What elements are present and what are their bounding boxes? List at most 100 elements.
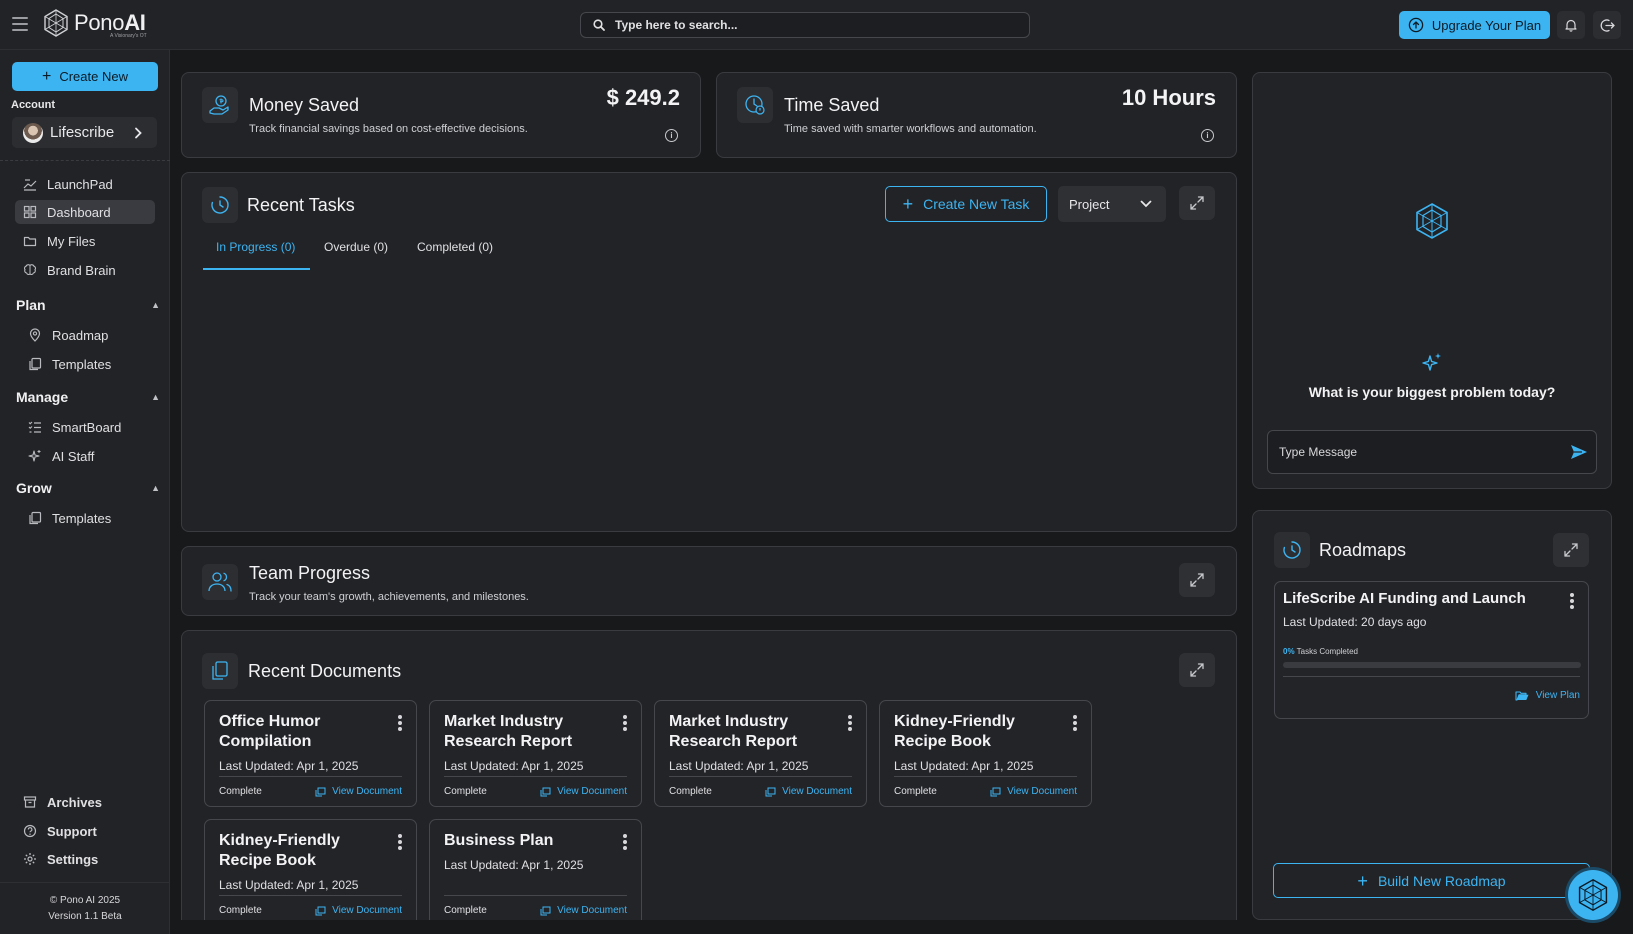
sidebar-item-settings[interactable]: Settings xyxy=(15,847,155,871)
expand-button[interactable] xyxy=(1553,533,1589,567)
ai-assistant-card xyxy=(1252,72,1612,489)
roadmap-item[interactable]: LifeScribe AI Funding and Launch Last Up… xyxy=(1274,581,1589,719)
more-options-icon[interactable] xyxy=(1570,593,1574,611)
create-new-button[interactable]: + Create New xyxy=(12,62,158,91)
plus-icon: + xyxy=(42,67,52,85)
logout-button[interactable] xyxy=(1593,11,1621,39)
sidebar-item-grow-templates[interactable]: Templates xyxy=(20,506,160,530)
sidebar-item-archives[interactable]: Archives xyxy=(15,790,155,814)
notifications-button[interactable] xyxy=(1557,11,1585,39)
info-icon[interactable]: i xyxy=(665,129,678,142)
document-card[interactable]: Office Humor Compilation Last Updated: A… xyxy=(204,700,417,807)
money-icon xyxy=(202,87,238,123)
view-document-link[interactable]: View Document xyxy=(315,786,402,797)
search-bar[interactable]: Type here to search... xyxy=(580,12,1030,38)
more-options-icon[interactable] xyxy=(398,715,402,733)
more-options-icon[interactable] xyxy=(848,715,852,733)
expand-button[interactable] xyxy=(1179,653,1215,687)
assistant-fab[interactable] xyxy=(1568,870,1618,920)
sidebar-item-label: LaunchPad xyxy=(47,176,113,192)
document-card[interactable]: Market Industry Research Report Last Upd… xyxy=(429,700,642,807)
sidebar-item-roadmap[interactable]: Roadmap xyxy=(20,323,160,347)
gear-icon xyxy=(24,853,36,865)
tab-completed[interactable]: Completed (0) xyxy=(417,240,493,254)
section-manage-header[interactable]: Manage ▲ xyxy=(16,389,160,405)
tab-in-progress[interactable]: In Progress (0) xyxy=(216,240,295,254)
more-options-icon[interactable] xyxy=(623,834,627,852)
section-grow-header[interactable]: Grow ▲ xyxy=(16,480,160,496)
document-updated: Last Updated: Apr 1, 2025 xyxy=(444,759,584,773)
pin-icon xyxy=(29,328,41,342)
document-card[interactable]: Kidney-Friendly Recipe Book Last Updated… xyxy=(204,819,417,926)
documents-icon xyxy=(202,653,238,689)
document-icon xyxy=(540,787,551,796)
section-plan-header[interactable]: Plan ▲ xyxy=(16,297,160,313)
expand-button[interactable] xyxy=(1179,186,1215,220)
sparkle-icon xyxy=(1422,353,1441,371)
sidebar-footer: © Pono AI 2025 Version 1.1 Beta xyxy=(0,882,170,925)
clock-icon xyxy=(737,87,773,123)
history-icon xyxy=(202,187,238,223)
document-status: Complete xyxy=(219,905,262,916)
send-icon[interactable] xyxy=(1570,444,1588,460)
divider xyxy=(219,895,402,896)
card-title: Recent Documents xyxy=(248,661,402,681)
sidebar-item-plan-templates[interactable]: Templates xyxy=(20,352,160,376)
search-input[interactable]: Type here to search... xyxy=(615,18,738,32)
more-options-icon[interactable] xyxy=(623,715,627,733)
divider xyxy=(444,776,627,777)
view-document-link[interactable]: View Document xyxy=(540,786,627,797)
sidebar-item-label: Templates xyxy=(52,510,112,526)
build-roadmap-label: Build New Roadmap xyxy=(1377,872,1506,889)
document-updated: Last Updated: Apr 1, 2025 xyxy=(219,878,359,892)
expand-button[interactable] xyxy=(1179,563,1215,597)
upgrade-plan-button[interactable]: Upgrade Your Plan xyxy=(1399,11,1550,39)
sidebar-item-dashboard[interactable]: Dashboard xyxy=(15,200,155,224)
document-icon xyxy=(315,906,326,915)
history-icon xyxy=(1274,532,1310,568)
tab-overdue[interactable]: Overdue (0) xyxy=(324,240,388,254)
view-document-link[interactable]: View Document xyxy=(765,786,852,797)
team-progress-card: Team Progress Track your team's growth, … xyxy=(181,546,1237,616)
roadmap-progress-text: 0% Tasks Completed xyxy=(1283,647,1358,656)
sidebar-item-smartboard[interactable]: SmartBoard xyxy=(20,415,160,439)
roadmap-progress-bar xyxy=(1283,662,1581,668)
view-document-link[interactable]: View Document xyxy=(990,786,1077,797)
top-bar: PonoAI A Visionary's OT Type here to sea… xyxy=(0,0,1633,50)
sidebar-item-label: Dashboard xyxy=(47,204,111,220)
document-card[interactable]: Business Plan Last Updated: Apr 1, 2025 … xyxy=(429,819,642,926)
build-new-roadmap-button[interactable]: + Build New Roadmap xyxy=(1273,863,1590,898)
document-card[interactable]: Kidney-Friendly Recipe Book Last Updated… xyxy=(879,700,1092,807)
sparkle-icon xyxy=(28,450,41,462)
sidebar-item-brand-brain[interactable]: Brand Brain xyxy=(15,258,155,282)
sidebar-item-label: Archives xyxy=(47,794,102,810)
sidebar-item-ai-staff[interactable]: AI Staff xyxy=(20,444,160,468)
progress-label: Tasks Completed xyxy=(1296,647,1358,656)
sidebar-item-my-files[interactable]: My Files xyxy=(15,229,155,253)
project-filter-select[interactable]: Project xyxy=(1058,186,1166,222)
sidebar-item-launchpad[interactable]: LaunchPad xyxy=(15,172,155,196)
view-document-label: View Document xyxy=(332,786,402,797)
menu-icon[interactable] xyxy=(12,17,28,31)
sidebar-item-support[interactable]: Support xyxy=(15,819,155,843)
document-title: Market Industry Research Report xyxy=(444,713,573,750)
view-plan-link[interactable]: View Plan xyxy=(1515,690,1580,701)
view-document-link[interactable]: View Document xyxy=(315,905,402,916)
info-icon[interactable]: i xyxy=(1201,129,1214,142)
select-value: Project xyxy=(1069,196,1110,212)
create-new-task-button[interactable]: + Create New Task xyxy=(885,186,1047,222)
expand-icon xyxy=(1564,543,1578,557)
account-switcher[interactable]: Lifescribe xyxy=(12,117,157,148)
document-card[interactable]: Market Industry Research Report Last Upd… xyxy=(654,700,867,807)
document-title: Business Plan xyxy=(444,832,554,849)
folder-open-icon xyxy=(1515,691,1529,701)
chevron-down-icon xyxy=(1140,200,1152,208)
caret-up-icon: ▲ xyxy=(151,392,160,402)
document-status: Complete xyxy=(444,786,487,797)
message-placeholder: Type Message xyxy=(1279,445,1358,459)
more-options-icon[interactable] xyxy=(1073,715,1077,733)
more-options-icon[interactable] xyxy=(398,834,402,852)
view-document-link[interactable]: View Document xyxy=(540,905,627,916)
message-input[interactable]: Type Message xyxy=(1267,430,1597,474)
divider xyxy=(669,776,852,777)
